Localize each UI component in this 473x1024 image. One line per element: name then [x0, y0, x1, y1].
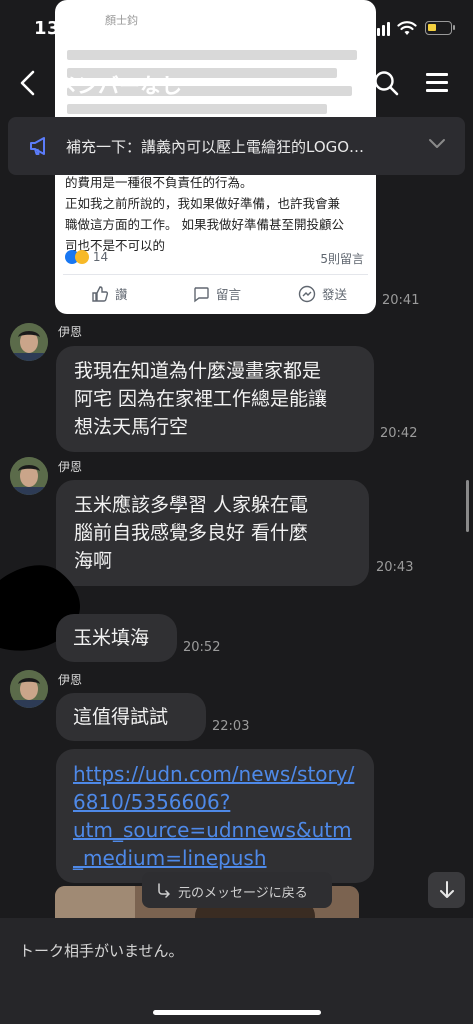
- avatar-photo-icon: [10, 457, 48, 495]
- status-bar: 13:42: [0, 0, 473, 56]
- home-indicator[interactable]: [153, 1010, 321, 1015]
- post-comment-count: 5則留言: [320, 252, 364, 266]
- link-message-bubble[interactable]: https://udn.com/news/story/ 6810/5356606…: [56, 749, 374, 883]
- avatar[interactable]: [10, 323, 48, 361]
- avatar[interactable]: [10, 670, 48, 708]
- announcement-banner[interactable]: 補充一下：講義內可以壓上電繪狂的LOGO…: [8, 117, 465, 175]
- post-share-action: 發送: [298, 284, 347, 303]
- announcement-text: 補充一下：講義內可以壓上電繪狂的LOGO…: [66, 138, 365, 156]
- comment-icon: [194, 287, 209, 303]
- message-link[interactable]: https://udn.com/news/story/: [73, 760, 357, 788]
- avatar-photo-icon: [10, 323, 48, 361]
- message-bubble[interactable]: 我現在知道為什麼漫畫家都是 阿宅 因為在家裡工作總是能讓 想法天馬行空: [56, 346, 374, 452]
- scroll-down-button[interactable]: [428, 872, 465, 908]
- message-time: 20:43: [376, 560, 414, 575]
- search-icon[interactable]: [372, 69, 400, 97]
- no-member-notice: トーク相手がいません。: [19, 942, 184, 960]
- post-comment-action: 留言: [192, 284, 241, 303]
- message-bubble[interactable]: 玉米應該多學習 人家躲在電 腦前自我感覺多良好 看什麼 海啊: [56, 480, 369, 586]
- chat-header: メンバーなし: [0, 56, 473, 112]
- avatar[interactable]: [10, 457, 48, 495]
- return-icon: [158, 883, 170, 898]
- haha-reaction-icon: [75, 250, 89, 264]
- message-bubble[interactable]: 玉米填海: [56, 614, 177, 662]
- cellular-signal-icon: [372, 22, 390, 36]
- back-icon[interactable]: [16, 68, 40, 98]
- battery-icon: [425, 21, 452, 35]
- wifi-icon: [397, 21, 417, 35]
- menu-icon[interactable]: [426, 71, 450, 95]
- message-link[interactable]: utm_source=udnnews&utm: [73, 816, 357, 844]
- message-time: 22:03: [212, 719, 250, 734]
- message-time: 20:42: [380, 426, 418, 441]
- chevron-down-icon[interactable]: [428, 138, 446, 150]
- post-like-action: 讚: [91, 284, 128, 303]
- arrow-down-icon: [440, 881, 454, 898]
- message-time: 20:52: [183, 640, 221, 655]
- avatar-photo-icon: [10, 670, 48, 708]
- status-time: 13:42: [34, 18, 94, 39]
- post-body: 的費用是一種很不負責任的行為。 正如我之前所說的，我如果做好準備，也許我會兼 職…: [65, 175, 344, 253]
- message-link[interactable]: _medium=linepush: [73, 844, 357, 872]
- message-bubble[interactable]: 這值得試試: [56, 693, 206, 741]
- message-time: 20:41: [382, 293, 420, 308]
- sender-name: 伊恩: [58, 460, 83, 474]
- chat-footer: トーク相手がいません。: [0, 918, 473, 1024]
- sender-name: 伊恩: [58, 325, 83, 339]
- back-to-original-button[interactable]: 元のメッセージに戻る: [142, 872, 332, 908]
- post-reactions: 14: [65, 250, 108, 264]
- sender-name: 伊恩: [58, 673, 83, 687]
- post-divider: [63, 274, 368, 275]
- message-link[interactable]: 6810/5356606?: [73, 788, 357, 816]
- chat-title: メンバーなし: [56, 74, 182, 98]
- megaphone-icon: [30, 137, 45, 155]
- scrollbar-thumb[interactable]: [466, 480, 469, 532]
- messenger-icon: [298, 285, 316, 303]
- thumbs-up-icon: [92, 286, 109, 302]
